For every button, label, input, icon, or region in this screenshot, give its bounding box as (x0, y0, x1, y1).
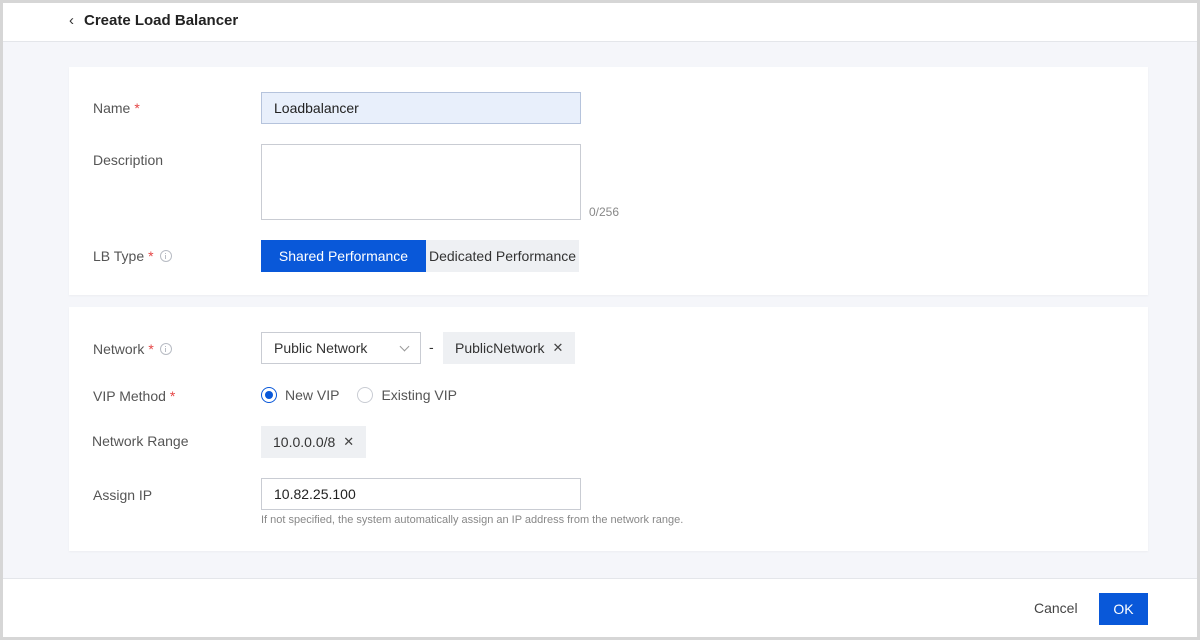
network-range-tag-label: 10.0.0.0/8 (273, 434, 336, 450)
assign-ip-hint: If not specified, the system automatical… (261, 514, 684, 526)
assign-ip-label-text: Assign IP (93, 487, 153, 503)
network-range-label-text: Network Range (92, 433, 189, 449)
description-counter: 0/256 (589, 205, 620, 219)
network-range-label: Network Range (92, 433, 189, 449)
ok-button[interactable]: OK (1099, 593, 1148, 625)
back-button[interactable]: ‹ Create Load Balancer (69, 8, 238, 32)
chevron-left-icon[interactable]: ‹ (69, 13, 74, 28)
required-mark: * (148, 248, 154, 264)
name-input[interactable] (261, 92, 581, 124)
network-label: Network * (93, 341, 172, 357)
required-mark: * (134, 100, 140, 116)
name-label-text: Name (93, 100, 131, 116)
assign-ip-label: Assign IP (93, 487, 152, 503)
radio-checked-icon[interactable] (261, 387, 277, 403)
page-header: ‹ Create Load Balancer (3, 3, 1197, 42)
basic-info-card: Name * Description 0/256 LB Type * Share… (69, 67, 1148, 295)
assign-ip-input[interactable] (261, 478, 581, 510)
radio-existing-vip[interactable]: Existing VIP (357, 387, 457, 403)
radio-unchecked-icon[interactable] (357, 387, 374, 403)
network-card: Network * Public Network - PublicNetwork… (69, 307, 1148, 551)
close-icon[interactable]: ✕ (552, 340, 563, 356)
description-label-text: Description (93, 152, 164, 168)
network-type-select[interactable]: Public Network (261, 332, 421, 364)
footer-bar: Cancel OK (3, 578, 1197, 637)
description-textarea[interactable] (261, 144, 581, 220)
radio-new-vip-label: New VIP (285, 387, 340, 403)
vip-method-label: VIP Method * (93, 388, 175, 404)
info-icon[interactable] (159, 343, 172, 355)
lb-type-label-text: LB Type (93, 248, 145, 264)
lb-type-segmented: Shared Performance Dedicated Performance (261, 240, 579, 272)
close-icon[interactable]: ✕ (343, 434, 354, 450)
network-tag-label: PublicNetwork (455, 340, 545, 356)
description-label: Description (93, 152, 163, 168)
required-mark: * (169, 388, 176, 404)
network-tag: PublicNetwork ✕ (443, 332, 576, 364)
app-frame: ‹ Create Load Balancer Name * Descriptio… (0, 0, 1200, 640)
vip-method-label-text: VIP Method (93, 388, 166, 404)
radio-existing-vip-label: Existing VIP (381, 387, 457, 403)
network-range-tag: 10.0.0.0/8 ✕ (261, 426, 367, 458)
network-separator: - (429, 339, 434, 355)
lb-type-label: LB Type * (93, 248, 172, 264)
chevron-down-icon (399, 341, 410, 351)
page-title: Create Load Balancer (84, 11, 239, 29)
network-type-value: Public Network (274, 340, 368, 356)
required-mark: * (148, 341, 154, 357)
lb-type-dedicated-button[interactable]: Dedicated Performance (426, 240, 579, 272)
info-icon[interactable] (159, 250, 172, 262)
radio-new-vip[interactable]: New VIP (261, 387, 339, 403)
name-label: Name * (93, 100, 140, 116)
network-label-text: Network (93, 341, 145, 357)
cancel-button[interactable]: Cancel (1034, 600, 1078, 616)
vip-method-radio-group: New VIP Existing VIP (261, 387, 475, 403)
lb-type-shared-button[interactable]: Shared Performance (261, 240, 426, 272)
